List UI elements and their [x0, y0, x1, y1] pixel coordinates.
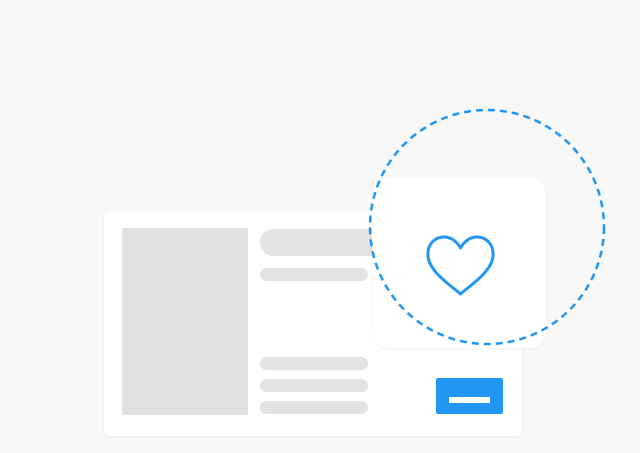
text-line-placeholder	[260, 401, 368, 414]
image-placeholder	[122, 228, 248, 415]
subtitle-placeholder	[260, 268, 368, 281]
text-line-placeholder	[260, 379, 368, 392]
button-label-placeholder	[449, 397, 490, 403]
text-line-placeholder	[260, 357, 368, 370]
action-button[interactable]	[436, 378, 503, 414]
heart-icon[interactable]	[425, 234, 496, 298]
illustration-stage	[0, 0, 640, 453]
